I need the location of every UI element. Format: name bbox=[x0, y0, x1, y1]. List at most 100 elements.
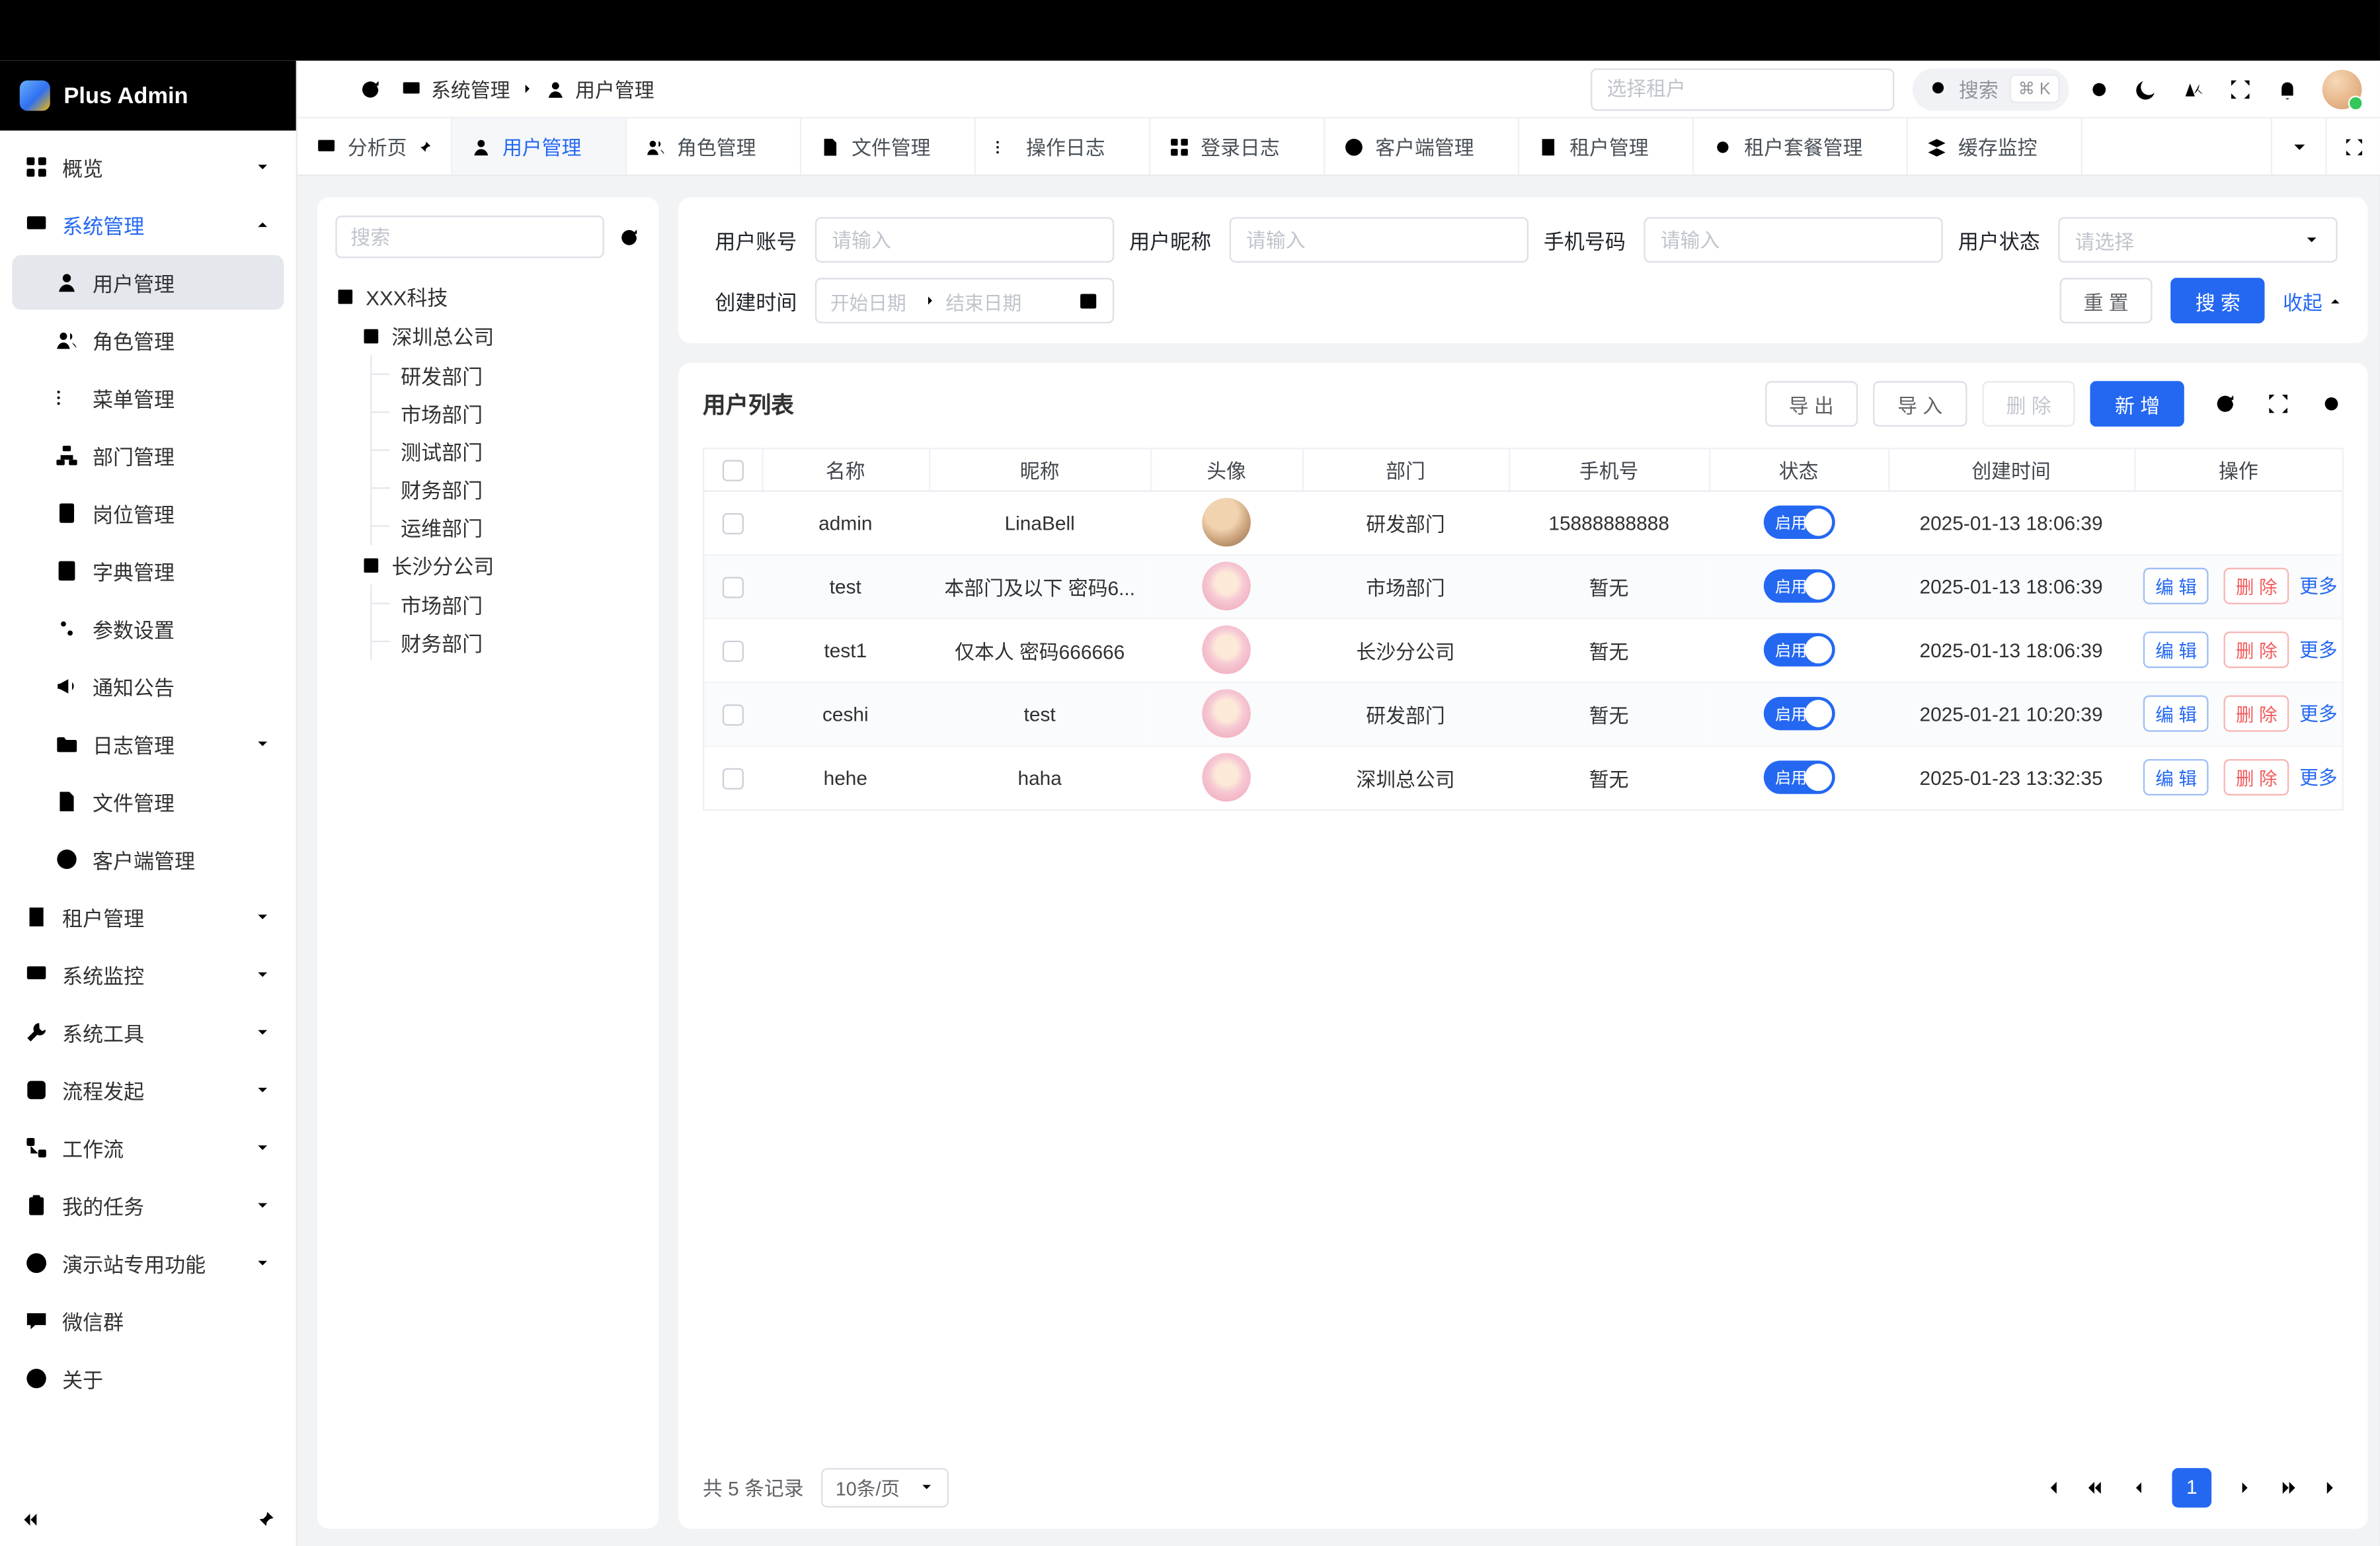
tab-client-mgmt[interactable]: 客户端管理 bbox=[1326, 118, 1520, 175]
tab-fullscreen-toggle[interactable] bbox=[2325, 118, 2380, 175]
tree-leaf[interactable]: 财务部门 bbox=[372, 469, 640, 507]
notifications-bell-icon[interactable] bbox=[2276, 77, 2300, 101]
sidebar-item-workflow[interactable]: 工作流 bbox=[12, 1120, 284, 1175]
sidebar-item-demo-features[interactable]: 演示站专用功能 bbox=[12, 1236, 284, 1291]
pin-icon[interactable] bbox=[417, 139, 432, 154]
collapse-node-icon[interactable] bbox=[335, 286, 355, 306]
sidebar-item-log-mgmt[interactable]: 日志管理 bbox=[12, 717, 284, 772]
sidebar-item-system-monitor[interactable]: 系统监控 bbox=[12, 948, 284, 1002]
add-button[interactable]: 新 增 bbox=[2090, 381, 2184, 427]
sidebar-item-client-mgmt[interactable]: 客户端管理 bbox=[12, 832, 284, 887]
edit-button[interactable]: 编 辑 bbox=[2143, 760, 2209, 796]
account-input[interactable] bbox=[815, 217, 1114, 263]
tab-login-log[interactable]: 登录日志 bbox=[1150, 118, 1325, 175]
refresh-page-icon[interactable] bbox=[358, 77, 383, 101]
collapse-filters-link[interactable]: 收起 bbox=[2283, 286, 2344, 315]
breadcrumb-section[interactable]: 系统管理 bbox=[431, 74, 510, 103]
next-page-icon[interactable] bbox=[2235, 1477, 2256, 1498]
tree-leaf[interactable]: 运维部门 bbox=[372, 507, 640, 545]
collapse-node-icon[interactable] bbox=[361, 325, 381, 345]
delete-row-button[interactable]: 删 除 bbox=[2223, 696, 2289, 732]
sidebar-item-tenant-mgmt[interactable]: 租户管理 bbox=[12, 889, 284, 944]
import-button[interactable]: 导 入 bbox=[1873, 381, 1966, 427]
status-toggle[interactable]: 启用 bbox=[1763, 761, 1835, 795]
search-button[interactable]: 搜 索 bbox=[2171, 278, 2264, 323]
tab-tenant-package-mgmt[interactable]: 租户套餐管理 bbox=[1694, 118, 1909, 175]
sidebar-item-post-mgmt[interactable]: 岗位管理 bbox=[12, 486, 284, 541]
close-icon[interactable] bbox=[2048, 139, 2063, 154]
reset-button[interactable]: 重 置 bbox=[2059, 278, 2153, 323]
date-range-picker[interactable]: 开始日期 结束日期 bbox=[815, 278, 1114, 323]
jump-back-icon[interactable] bbox=[2084, 1477, 2105, 1498]
delete-row-button[interactable]: 删 除 bbox=[2223, 631, 2289, 668]
tree-node-branch[interactable]: 长沙分公司 bbox=[361, 545, 640, 585]
sidebar-item-dict-mgmt[interactable]: 字典管理 bbox=[12, 544, 284, 598]
export-button[interactable]: 导 出 bbox=[1765, 381, 1858, 427]
dark-mode-moon-icon[interactable] bbox=[2134, 77, 2159, 101]
status-toggle[interactable]: 启用 bbox=[1763, 506, 1835, 540]
sidebar-item-process-start[interactable]: 流程发起 bbox=[12, 1063, 284, 1118]
phone-input[interactable] bbox=[1644, 217, 1942, 263]
tree-leaf[interactable]: 财务部门 bbox=[372, 622, 640, 660]
tab-list-dropdown[interactable] bbox=[2271, 118, 2326, 175]
sidebar-item-menu-mgmt[interactable]: 菜单管理 bbox=[12, 370, 284, 425]
close-icon[interactable] bbox=[767, 139, 782, 154]
tree-leaf[interactable]: 测试部门 bbox=[372, 431, 640, 469]
tab-role-mgmt[interactable]: 角色管理 bbox=[627, 118, 801, 175]
current-page[interactable]: 1 bbox=[2172, 1467, 2211, 1507]
pin-sidebar-icon[interactable] bbox=[255, 1508, 276, 1529]
more-button[interactable]: 更多 bbox=[2299, 768, 2337, 789]
row-checkbox[interactable] bbox=[723, 768, 744, 790]
tree-node-branch[interactable]: 深圳总公司 bbox=[361, 316, 640, 356]
status-select[interactable]: 请选择 bbox=[2058, 217, 2337, 263]
row-checkbox[interactable] bbox=[723, 640, 744, 661]
more-button[interactable]: 更多 bbox=[2299, 704, 2337, 725]
tab-tenant-mgmt[interactable]: 租户管理 bbox=[1519, 118, 1694, 175]
status-toggle[interactable]: 启用 bbox=[1763, 697, 1835, 731]
close-icon[interactable] bbox=[1873, 139, 1888, 154]
sidebar-item-user-mgmt[interactable]: 用户管理 bbox=[12, 255, 284, 310]
tree-refresh-icon[interactable] bbox=[617, 225, 640, 248]
tree-leaf[interactable]: 市场部门 bbox=[372, 393, 640, 431]
gear-icon[interactable] bbox=[2087, 77, 2112, 101]
edit-button[interactable]: 编 辑 bbox=[2143, 568, 2209, 604]
sidebar-item-wechat-group[interactable]: 微信群 bbox=[12, 1293, 284, 1348]
maximize-table-icon[interactable] bbox=[2266, 391, 2291, 416]
tree-search-input[interactable] bbox=[335, 216, 604, 258]
status-toggle[interactable]: 启用 bbox=[1763, 569, 1835, 603]
sidebar-item-dept-mgmt[interactable]: 部门管理 bbox=[12, 428, 284, 483]
first-page-icon[interactable] bbox=[2040, 1477, 2061, 1498]
sidebar-item-about[interactable]: 关于 bbox=[12, 1351, 284, 1406]
nickname-input[interactable] bbox=[1230, 217, 1528, 263]
sidebar-item-my-tasks[interactable]: 我的任务 bbox=[12, 1178, 284, 1233]
more-button[interactable]: 更多 bbox=[2299, 640, 2337, 661]
close-icon[interactable] bbox=[1485, 139, 1500, 154]
tab-user-mgmt[interactable]: 用户管理 bbox=[452, 118, 627, 175]
tab-cache-monitor[interactable]: 缓存监控 bbox=[1908, 118, 2082, 175]
global-search[interactable]: 搜索 ⌘ K bbox=[1912, 67, 2069, 110]
collapse-node-icon[interactable] bbox=[361, 555, 381, 575]
row-checkbox[interactable] bbox=[723, 577, 744, 598]
sidebar-item-file-mgmt[interactable]: 文件管理 bbox=[12, 774, 284, 829]
tab-operation-log[interactable]: 操作日志 bbox=[976, 118, 1150, 175]
edit-button[interactable]: 编 辑 bbox=[2143, 696, 2209, 732]
tree-leaf[interactable]: 市场部门 bbox=[372, 585, 640, 622]
delete-button[interactable]: 删 除 bbox=[1982, 381, 2075, 427]
sidebar-item-param-settings[interactable]: 参数设置 bbox=[12, 601, 284, 656]
fullscreen-icon[interactable] bbox=[2228, 77, 2252, 101]
jump-forward-icon[interactable] bbox=[2278, 1477, 2299, 1498]
language-icon[interactable] bbox=[2181, 77, 2205, 101]
delete-row-button[interactable]: 删 除 bbox=[2223, 568, 2289, 604]
tree-leaf[interactable]: 研发部门 bbox=[372, 355, 640, 393]
close-icon[interactable] bbox=[1290, 139, 1306, 154]
refresh-table-icon[interactable] bbox=[2213, 391, 2237, 416]
sidebar-item-system[interactable]: 系统管理 bbox=[12, 197, 284, 252]
tab-analysis[interactable]: 分析页 bbox=[298, 118, 452, 175]
more-button[interactable]: 更多 bbox=[2299, 576, 2337, 597]
row-checkbox[interactable] bbox=[723, 704, 744, 725]
edit-button[interactable]: 编 辑 bbox=[2143, 631, 2209, 668]
sidebar-item-role-mgmt[interactable]: 角色管理 bbox=[12, 313, 284, 368]
delete-row-button[interactable]: 删 除 bbox=[2223, 760, 2289, 796]
select-all-checkbox[interactable] bbox=[722, 460, 743, 481]
prev-page-icon[interactable] bbox=[2128, 1477, 2149, 1498]
